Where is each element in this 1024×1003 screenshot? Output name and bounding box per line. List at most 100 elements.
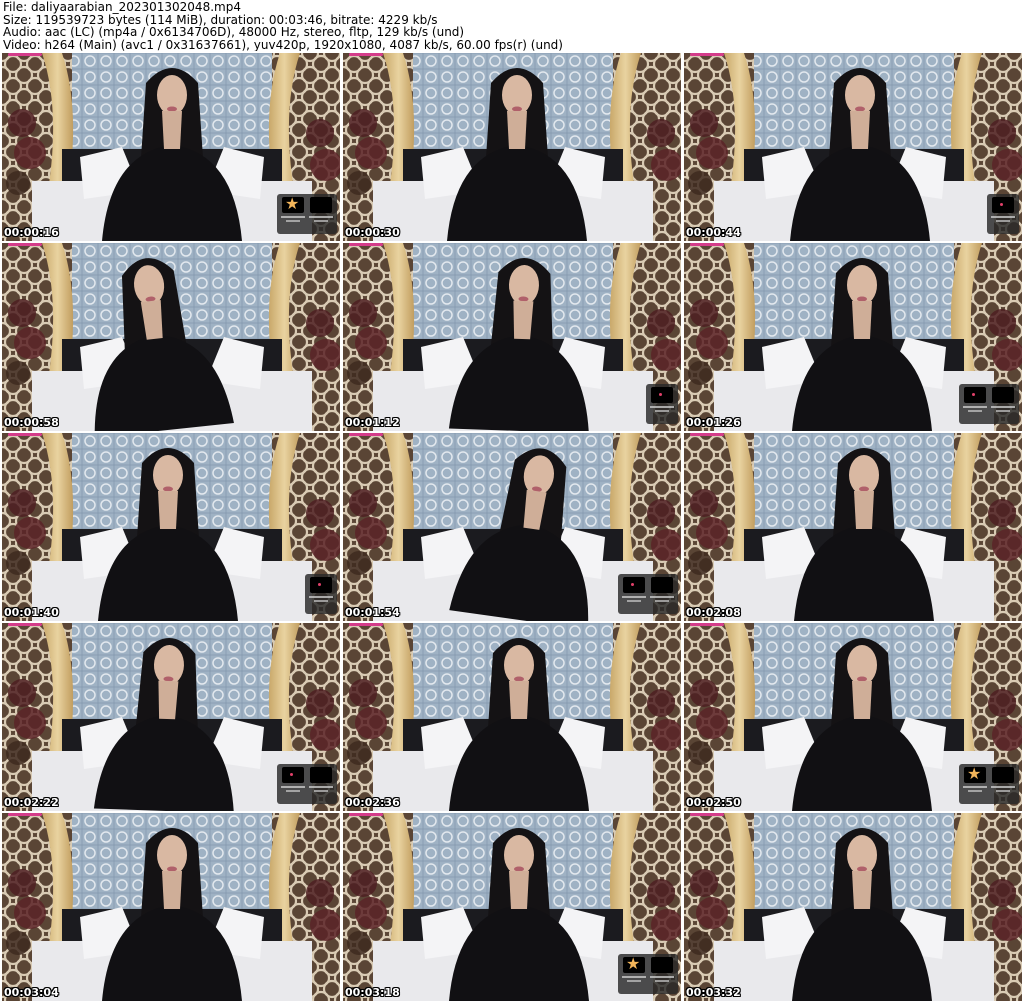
tip-text-line (309, 786, 333, 788)
thumbnail-timestamp: 00:02:08 (686, 606, 741, 619)
thumbnail-timestamp: 00:01:40 (4, 606, 59, 619)
tip-menu-item (309, 767, 333, 801)
tip-menu-overlay (618, 954, 678, 994)
tip-menu-overlay (959, 384, 1019, 424)
tip-text-line (963, 786, 987, 788)
video-thumbnail: 00:03:32 (684, 813, 1022, 1001)
tip-preview-box (310, 767, 332, 783)
tip-text-line (968, 790, 982, 792)
tip-text-line (314, 220, 328, 222)
thumbnail-timestamp: 00:03:04 (4, 986, 59, 999)
file-info-header: File: daliyaarabian_202301302048.mp4 Siz… (3, 1, 1021, 53)
thumbnail-frame-image (684, 813, 1022, 1001)
video-thumbnail: 00:02:50 (684, 623, 1022, 811)
overlay-accent-bar (8, 243, 42, 246)
tip-preview-box (992, 197, 1014, 213)
tip-preview-box (992, 387, 1014, 403)
overlay-accent-bar (349, 243, 383, 246)
tip-menu-overlay (987, 194, 1019, 234)
overlay-accent-bar (349, 53, 383, 56)
overlay-accent-bar (8, 623, 42, 626)
video-thumbnail: 00:03:04 (2, 813, 340, 1001)
tip-text-line (627, 600, 641, 602)
tip-menu-item (622, 577, 646, 611)
overlay-accent-bar (690, 53, 724, 56)
tip-menu-item (650, 957, 674, 991)
tip-text-line (655, 410, 669, 412)
tip-menu-overlay (646, 384, 678, 424)
tip-preview-box (651, 387, 673, 403)
star-icon (282, 195, 304, 213)
tip-menu-overlay (959, 764, 1019, 804)
tip-text-line (991, 406, 1015, 408)
tip-preview-box (623, 577, 645, 593)
thumbnail-frame-image (343, 623, 681, 811)
tip-preview-box (651, 957, 673, 973)
video-thumbnail: 00:00:44 (684, 53, 1022, 241)
thumbnail-frame-image (2, 813, 340, 1001)
tip-text-line (996, 410, 1010, 412)
tip-menu-overlay (305, 574, 337, 614)
tip-menu-item (991, 197, 1015, 231)
video-thumbnail: 00:02:08 (684, 433, 1022, 621)
tip-menu-item (650, 387, 674, 421)
tip-text-line (655, 980, 669, 982)
overlay-accent-bar (8, 813, 42, 816)
thumbnail-frame-image (684, 433, 1022, 621)
tip-text-line (622, 976, 646, 978)
tip-preview-box (992, 767, 1014, 783)
tip-menu-item (991, 387, 1015, 421)
audio-info-line: Audio: aac (LC) (mp4a / 0x6134706D), 480… (3, 26, 465, 39)
thumbnail-timestamp: 00:01:12 (345, 416, 400, 429)
tip-text-line (655, 600, 669, 602)
file-name-line: File: daliyaarabian_202301302048.mp4 (3, 1, 241, 14)
tip-text-line (314, 790, 328, 792)
tip-text-line (281, 216, 305, 218)
overlay-accent-bar (349, 623, 383, 626)
tip-menu-item (991, 767, 1015, 801)
tip-menu-item (309, 577, 333, 611)
tip-text-line (622, 596, 646, 598)
overlay-accent-bar (8, 53, 42, 56)
thumbnail-timestamp: 00:00:44 (686, 226, 741, 239)
tip-text-line (650, 976, 674, 978)
overlay-accent-bar (8, 433, 42, 436)
thumbnail-timestamp: 00:01:54 (345, 606, 400, 619)
thumbnail-timestamp: 00:00:30 (345, 226, 400, 239)
tip-text-line (991, 216, 1015, 218)
thumbnail-frame-image (343, 53, 681, 241)
star-icon (623, 955, 645, 973)
tip-text-line (286, 220, 300, 222)
thumbnail-frame-image (343, 243, 681, 431)
overlay-accent-bar (690, 623, 724, 626)
overlay-accent-bar (690, 813, 724, 816)
tip-text-line (650, 406, 674, 408)
thumbnail-frame-image (2, 433, 340, 621)
tip-menu-overlay (277, 194, 337, 234)
thumbnail-timestamp: 00:03:18 (345, 986, 400, 999)
tip-menu-overlay (277, 764, 337, 804)
tip-text-line (309, 596, 333, 598)
thumbnail-grid: 00:00:16 (2, 53, 1022, 1003)
thumbnail-frame-image (2, 243, 340, 431)
overlay-accent-bar (690, 433, 724, 436)
overlay-accent-bar (349, 813, 383, 816)
thumbnail-timestamp: 00:01:26 (686, 416, 741, 429)
tip-text-line (963, 406, 987, 408)
thumbnail-timestamp: 00:02:36 (345, 796, 400, 809)
tip-text-line (309, 216, 333, 218)
tip-text-line (650, 596, 674, 598)
thumbnail-timestamp: 00:02:50 (686, 796, 741, 809)
tip-menu-item (622, 955, 646, 991)
tip-menu-item (281, 195, 305, 231)
video-thumbnail: 00:01:54 (343, 433, 681, 621)
tip-menu-item (309, 197, 333, 231)
tip-text-line (996, 790, 1010, 792)
tip-menu-item (963, 765, 987, 801)
video-thumbnail: 00:00:30 (343, 53, 681, 241)
tip-preview-box (310, 577, 332, 593)
video-thumbnail: 00:02:22 (2, 623, 340, 811)
video-thumbnail: 00:01:40 (2, 433, 340, 621)
tip-menu-overlay (618, 574, 678, 614)
tip-preview-box (310, 197, 332, 213)
